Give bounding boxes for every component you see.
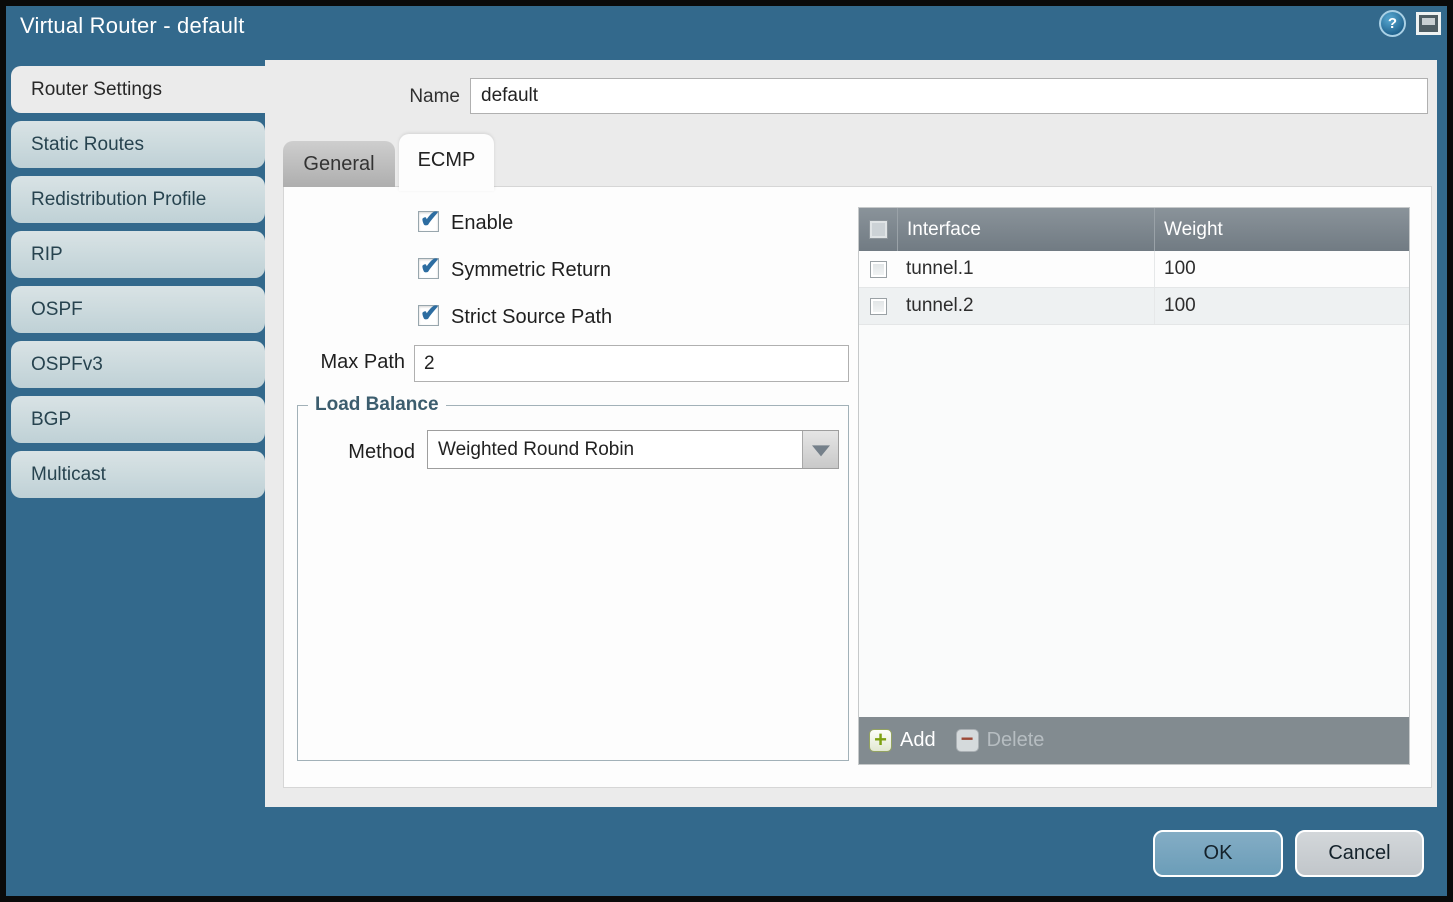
tab-ecmp[interactable]: ECMP (399, 134, 494, 191)
add-label: Add (900, 729, 936, 752)
sidebar: Router Settings Static Routes Redistribu… (11, 66, 265, 506)
symmetric-return-label: Symmetric Return (451, 259, 611, 282)
column-header-interface: Interface (897, 208, 1154, 251)
cell-interface: tunnel.1 (897, 258, 1154, 280)
sidebar-item-rip[interactable]: RIP (11, 231, 265, 278)
check-icon: ✔ (420, 299, 440, 328)
minus-icon: − (956, 729, 979, 752)
ok-button[interactable]: OK (1153, 830, 1283, 877)
method-value: Weighted Round Robin (438, 439, 634, 460)
sidebar-item-redistribution-profile[interactable]: Redistribution Profile (11, 176, 265, 223)
table-row-tunnel-1[interactable]: tunnel.1 100 (859, 251, 1409, 288)
tab-general[interactable]: General (283, 141, 395, 187)
table-empty-area (859, 325, 1409, 717)
row-checkbox[interactable] (870, 298, 887, 315)
table-header: Interface Weight (859, 208, 1409, 251)
cancel-button[interactable]: Cancel (1295, 830, 1424, 877)
enable-checkbox[interactable]: ✔ (418, 211, 439, 232)
sidebar-item-ospfv3[interactable]: OSPFv3 (11, 341, 265, 388)
window-title: Virtual Router - default (20, 13, 245, 39)
table-row-tunnel-2[interactable]: tunnel.2 100 (859, 288, 1409, 325)
cell-interface: tunnel.2 (897, 295, 1154, 317)
interface-table: Interface Weight tunnel.1 100 tunnel.2 1… (858, 207, 1410, 765)
restore-inner-rect (1422, 18, 1435, 25)
row-checkbox[interactable] (870, 261, 887, 278)
max-path-label: Max Path (268, 351, 405, 374)
max-path-input[interactable] (414, 345, 849, 382)
plus-icon: + (869, 729, 892, 752)
virtual-router-dialog: Virtual Router - default ? Router Settin… (0, 0, 1453, 902)
load-balance-legend: Load Balance (308, 394, 446, 416)
cell-weight: 100 (1154, 251, 1409, 287)
name-input[interactable] (470, 78, 1428, 114)
delete-button[interactable]: − Delete (956, 729, 1045, 752)
sidebar-item-static-routes[interactable]: Static Routes (11, 121, 265, 168)
name-label: Name (330, 86, 460, 108)
sidebar-item-bgp[interactable]: BGP (11, 396, 265, 443)
chevron-down-icon (812, 445, 830, 456)
column-header-weight: Weight (1154, 208, 1409, 251)
sidebar-item-multicast[interactable]: Multicast (11, 451, 265, 498)
dropdown-button[interactable] (802, 431, 838, 468)
help-glyph: ? (1388, 15, 1397, 32)
enable-label: Enable (451, 212, 513, 235)
strict-source-path-label: Strict Source Path (451, 306, 612, 329)
method-label: Method (280, 441, 415, 464)
method-select[interactable]: Weighted Round Robin (427, 430, 839, 469)
select-all-checkbox[interactable] (869, 220, 888, 239)
sidebar-item-router-settings[interactable]: Router Settings (11, 66, 265, 113)
table-toolbar: + Add − Delete (859, 717, 1409, 764)
help-icon[interactable]: ? (1379, 10, 1406, 37)
sidebar-item-ospf[interactable]: OSPF (11, 286, 265, 333)
cell-weight: 100 (1154, 288, 1409, 324)
check-icon: ✔ (420, 252, 440, 281)
symmetric-return-checkbox[interactable]: ✔ (418, 258, 439, 279)
strict-source-path-checkbox[interactable]: ✔ (418, 305, 439, 326)
add-button[interactable]: + Add (869, 729, 936, 752)
restore-window-icon[interactable] (1416, 12, 1441, 35)
check-icon: ✔ (420, 205, 440, 234)
delete-label: Delete (987, 729, 1045, 752)
